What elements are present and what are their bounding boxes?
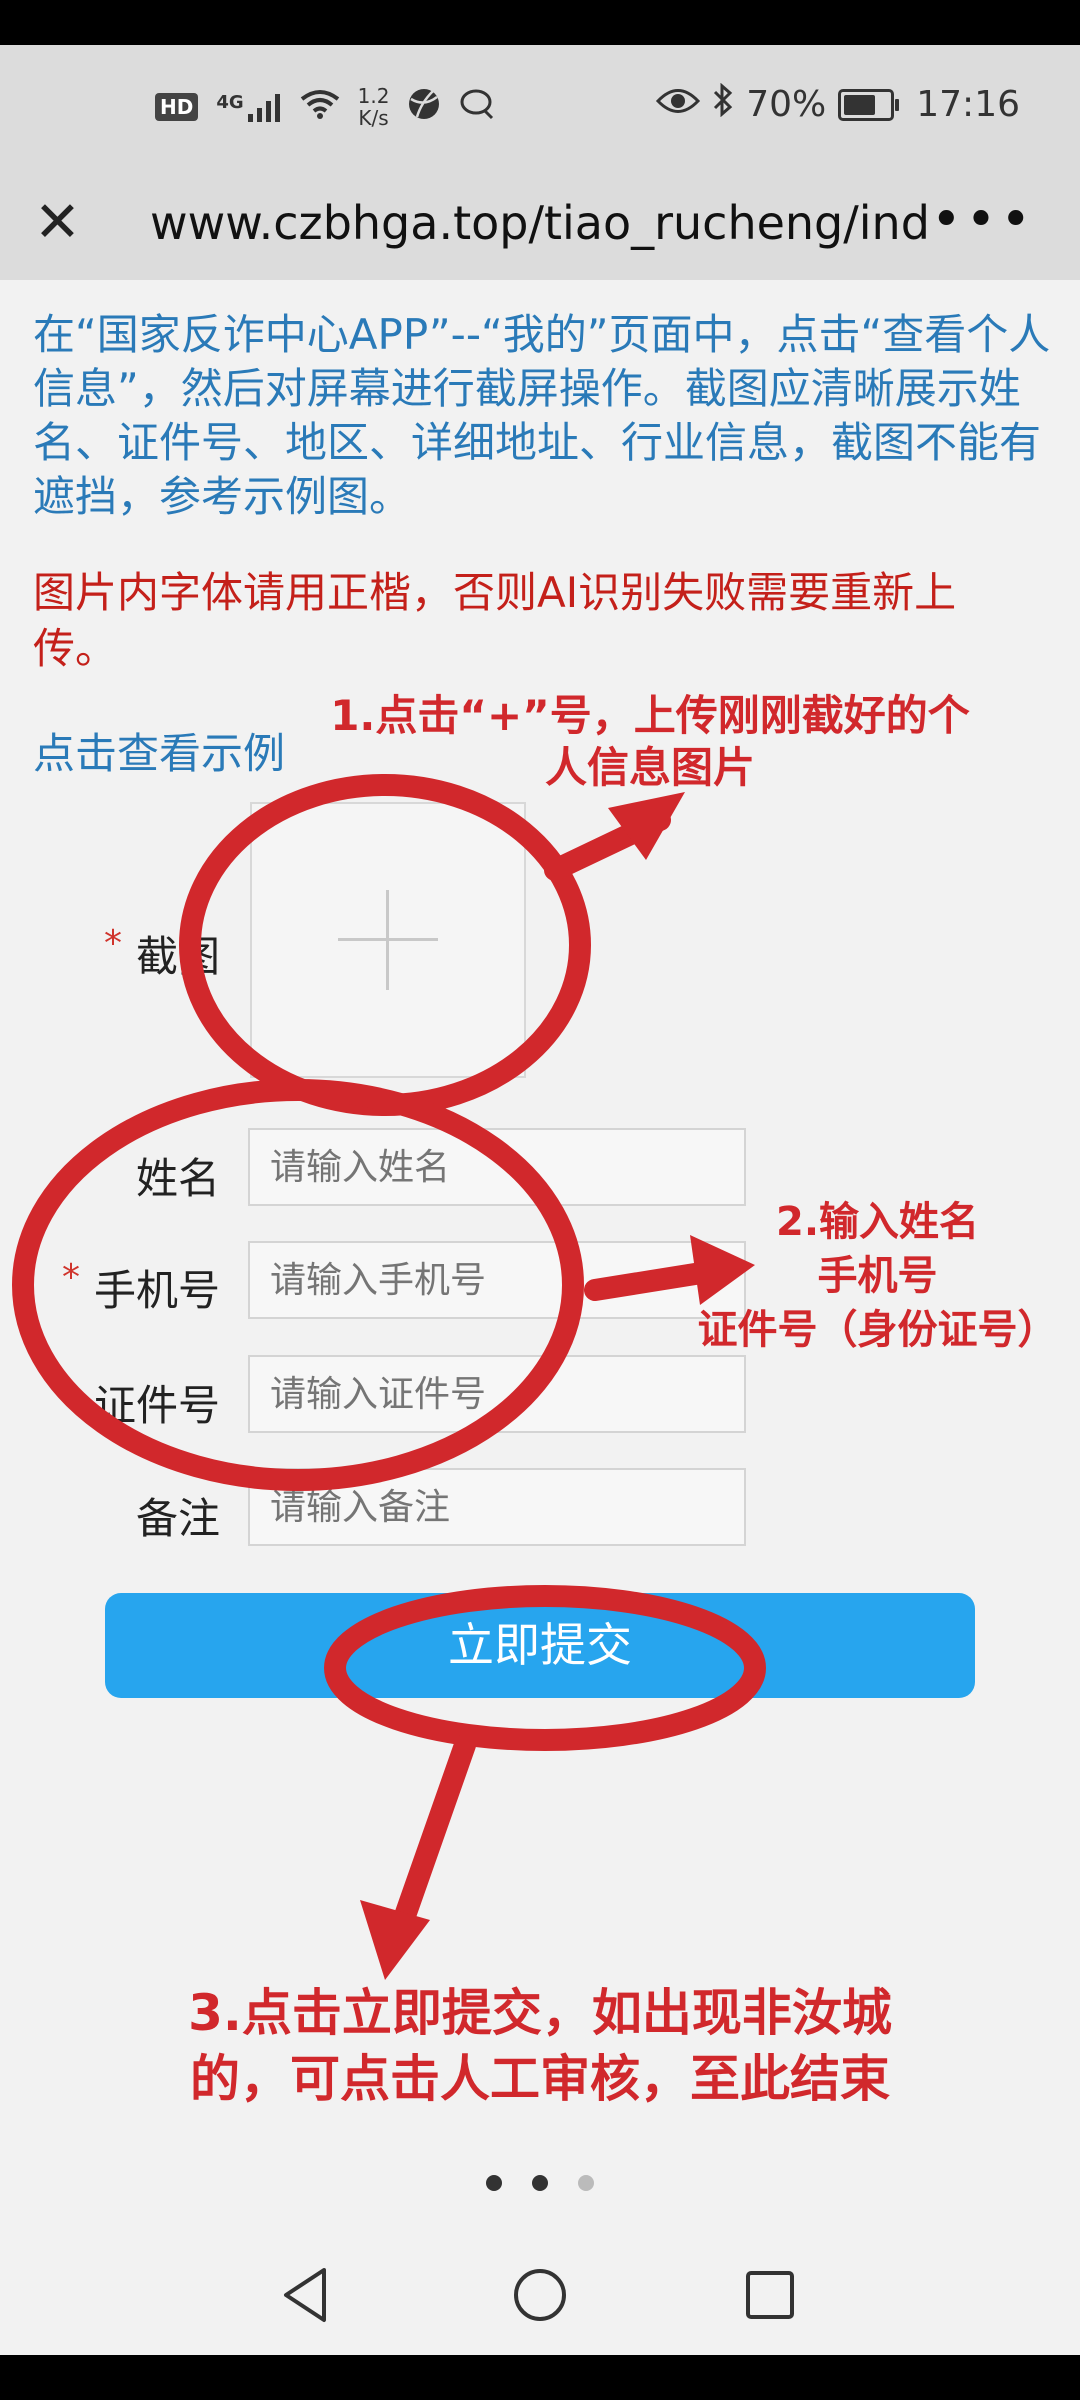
id-number-input[interactable]: [248, 1355, 746, 1433]
status-bar: HD 4G 1.2 K/s 70% 17:16: [0, 45, 1080, 170]
phone-screen: HD 4G 1.2 K/s 70% 17:16 ✕ www.czbhga.top…: [0, 0, 1080, 2400]
warning-text: 图片内字体请用正楷，否则AI识别失败需要重新上传。: [33, 568, 957, 673]
browser-toolbar: ✕ www.czbhga.top/tiao_rucheng/ind... •••: [0, 170, 1080, 280]
submit-button[interactable]: 立即提交: [105, 1593, 975, 1698]
hd-badge: HD: [155, 93, 199, 121]
phone-label: * 手机号: [40, 1257, 220, 1318]
view-example-link[interactable]: 点击查看示例: [33, 720, 285, 781]
home-icon[interactable]: [505, 2260, 575, 2330]
required-mark: *: [103, 923, 122, 964]
note-input[interactable]: [248, 1468, 746, 1546]
annotation-step3-line2: 的，可点击人工审核，至此结束: [190, 2050, 890, 2108]
battery-percent: 70%: [746, 84, 827, 125]
annotation-step2-line1: 2.输入姓名: [775, 1199, 980, 1245]
annotation-step1-line2: 人信息图片: [544, 743, 755, 792]
plus-icon-vertical: [386, 890, 389, 990]
phone-label-text: 手机号: [93, 1266, 220, 1315]
pager-dot-active[interactable]: [532, 2175, 548, 2191]
annotation-step2-line3: 证件号（身份证号）: [697, 1307, 1058, 1353]
screenshot-label: * 截图: [40, 923, 220, 984]
recents-icon[interactable]: [735, 2260, 805, 2330]
more-menu-icon[interactable]: •••: [931, 190, 1035, 250]
annotation-step3: 3.点击立即提交，如出现非汝城 的，可点击人工审核，至此结束: [100, 1980, 980, 2112]
speed-unit: K/s: [358, 106, 389, 130]
close-icon[interactable]: ✕: [30, 195, 85, 251]
annotation-step2-line2: 手机号: [817, 1253, 938, 1299]
back-icon[interactable]: [272, 2260, 342, 2330]
pager-dots: [0, 2175, 1080, 2195]
eye-icon: [656, 84, 701, 125]
note-label: 备注: [135, 1494, 220, 1543]
annotation-step1-line1: 1.点击“+”号，上传刚刚截好的个: [330, 691, 970, 740]
network-speed: 1.2 K/s: [358, 85, 390, 129]
id-label: 证件号: [93, 1381, 220, 1430]
wifi-icon: [300, 89, 340, 126]
pager-dot[interactable]: [578, 2175, 594, 2191]
name-label: 姓名: [135, 1154, 220, 1203]
phone-input[interactable]: [248, 1241, 746, 1319]
network-type: 4G: [216, 92, 244, 113]
battery-icon: [838, 88, 900, 121]
status-right: 70% 17:16: [656, 82, 1020, 126]
annotation-step1: 1.点击“+”号，上传刚刚截好的个 人信息图片: [300, 690, 1000, 794]
status-left: HD 4G 1.2 K/s: [155, 85, 497, 129]
screenshot-label-text: 截图: [135, 932, 220, 981]
top-edge: [0, 0, 1080, 45]
url-bar[interactable]: www.czbhga.top/tiao_rucheng/ind...: [150, 196, 930, 250]
signal-icon: 4G: [216, 92, 281, 122]
instruction-text: 在“国家反诈中心APP”--“我的”页面中，点击“查看个人信息”，然后对屏幕进行…: [33, 310, 1051, 521]
upload-box[interactable]: [250, 802, 526, 1078]
clock: 17:16: [916, 84, 1020, 125]
pager-dot[interactable]: [486, 2175, 502, 2191]
chat-icon: [459, 87, 497, 128]
annotation-step2: 2.输入姓名 手机号 证件号（身份证号）: [680, 1195, 1075, 1357]
battery-fill: [844, 94, 876, 115]
name-input[interactable]: [248, 1128, 746, 1206]
bottom-edge: [0, 2355, 1080, 2400]
bluetooth-icon: [712, 82, 734, 126]
required-mark: *: [61, 1257, 80, 1298]
speed-value: 1.2: [357, 84, 390, 108]
ball-icon: [407, 87, 441, 128]
annotation-step3-line1: 3.点击立即提交，如出现非汝城: [188, 1984, 892, 2042]
